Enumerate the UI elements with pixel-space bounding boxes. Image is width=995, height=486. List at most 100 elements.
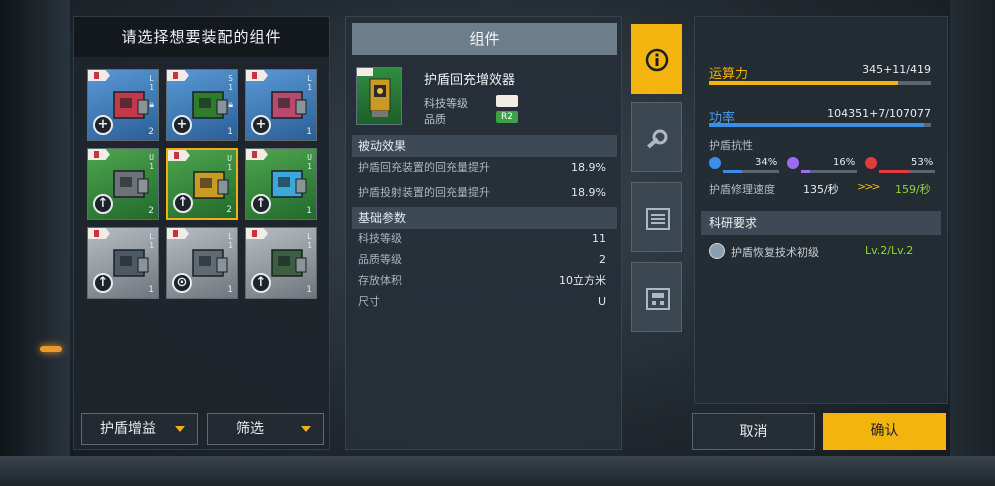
passive-row: 护盾回充装置的回充量提升 18.9% xyxy=(358,160,606,176)
component-slot[interactable]: L 1 ↑ 1 xyxy=(87,227,159,299)
component-slot[interactable]: U 1 ↑ 1 xyxy=(245,148,317,220)
component-model-icon xyxy=(271,170,307,198)
slot-level: S1 xyxy=(228,74,233,92)
background-structure xyxy=(0,0,70,486)
compute-value: 345+11/419 xyxy=(862,63,931,76)
passive-value: 18.9% xyxy=(571,161,606,174)
passive-section-header: 被动效果 xyxy=(352,135,617,157)
slot-count: 2 xyxy=(148,127,154,137)
background-floor xyxy=(0,456,995,486)
component-slot[interactable]: U 1 ↑ 2 xyxy=(166,148,238,220)
tier-tag xyxy=(246,149,268,160)
param-row: 科技等级 11 xyxy=(358,231,606,247)
power-bar xyxy=(709,123,931,127)
plasma-icon xyxy=(787,157,799,169)
slot-level: L1 xyxy=(228,232,233,250)
electric-icon xyxy=(709,157,721,169)
tier-tag xyxy=(88,70,110,81)
slot-level: L1 xyxy=(149,232,154,250)
component-slot[interactable]: U 1 ↑ 2 xyxy=(87,148,159,220)
resist-bar-fill xyxy=(801,170,810,173)
slot-level: L1 xyxy=(149,74,154,92)
compute-label: 运算力 xyxy=(709,67,749,82)
gear-wrench-icon xyxy=(647,129,668,149)
resist-bar xyxy=(801,170,857,173)
tier-tag xyxy=(88,149,110,160)
resist-value: 16% xyxy=(833,157,856,168)
quality-badge: R2 xyxy=(496,111,518,123)
component-slot[interactable]: S 1 🔒︎ +1 xyxy=(166,69,238,141)
upgrade-arrow-icon[interactable]: ↑ xyxy=(251,273,271,293)
tab-list[interactable] xyxy=(631,182,682,252)
tier-tag xyxy=(168,150,190,161)
component-slot[interactable]: L 1 ⊙ 1 xyxy=(166,227,238,299)
increase-arrows-icon: >>> xyxy=(857,180,881,193)
filter-dropdown[interactable]: 筛选 xyxy=(207,413,324,445)
lock-icon: 🔒︎ xyxy=(228,100,233,110)
component-model-icon xyxy=(271,91,307,119)
dropdown-label: 筛选 xyxy=(236,421,264,437)
param-label: 尺寸 xyxy=(358,295,380,308)
upgrade-arrow-icon[interactable]: ↑ xyxy=(251,194,271,214)
repair-speed-new: 159/秒 xyxy=(895,183,931,196)
blueprint-icon xyxy=(646,288,670,310)
panel-title: 请选择想要装配的组件 xyxy=(74,17,329,57)
slot-count: 2 xyxy=(148,206,154,216)
shield-buff-dropdown[interactable]: 护盾增益 xyxy=(81,413,198,445)
background-light xyxy=(40,346,62,352)
param-value: 2 xyxy=(599,253,606,266)
research-item-name: 护盾恢复技术初级 xyxy=(731,246,819,259)
slot-level: U1 xyxy=(307,153,312,171)
power-value: 104351+7/107077 xyxy=(827,107,931,120)
component-model-icon xyxy=(193,171,229,199)
tab-modules[interactable] xyxy=(631,102,682,172)
param-label: 存放体积 xyxy=(358,274,402,287)
param-row: 品质等级 2 xyxy=(358,252,606,268)
component-slot[interactable]: L 1 ↑ 1 xyxy=(245,227,317,299)
target-icon[interactable]: ⊙ xyxy=(172,273,192,293)
slot-level: L1 xyxy=(307,74,312,92)
param-label: 科技等级 xyxy=(358,232,402,245)
resist-bar xyxy=(723,170,779,173)
research-icon xyxy=(709,243,725,259)
resist-bar xyxy=(879,170,935,173)
component-model-icon xyxy=(113,91,149,119)
passive-row: 护盾投射装置的回充量提升 18.9% xyxy=(358,185,606,201)
cancel-button[interactable]: 取消 xyxy=(692,413,815,450)
component-slot[interactable]: L 1 🔒︎ +2 xyxy=(87,69,159,141)
list-icon xyxy=(646,208,670,230)
passive-value: 18.9% xyxy=(571,186,606,199)
resist-value: 53% xyxy=(911,157,934,168)
add-icon[interactable]: + xyxy=(93,115,113,135)
fire-icon xyxy=(865,157,877,169)
upgrade-arrow-icon[interactable]: ↑ xyxy=(93,273,113,293)
component-name: 护盾回充增效器 xyxy=(424,73,516,88)
tab-info[interactable] xyxy=(631,24,682,94)
tab-blueprint[interactable] xyxy=(631,262,682,332)
param-value: 10立方米 xyxy=(559,274,606,287)
component-model-icon xyxy=(113,170,149,198)
component-slot[interactable]: L 1 +1 xyxy=(245,69,317,141)
resist-bar-fill xyxy=(723,170,743,173)
selected-component: 护盾回充增效器 科技等级 品质 R2 xyxy=(356,67,616,127)
slot-count: 1 xyxy=(306,127,312,137)
upgrade-arrow-icon[interactable]: ↑ xyxy=(93,194,113,214)
param-row: 尺寸 U xyxy=(358,294,606,310)
shield-resist-label: 护盾抗性 xyxy=(709,139,753,152)
dropdown-label: 护盾增益 xyxy=(100,421,156,437)
component-select-panel: 请选择想要装配的组件 L 1 🔒︎ +2 S 1 🔒︎ +1 L 1 +1 U 1 ↑ 2 U 1 ↑ 2 U 1 ↑ 1 L… xyxy=(73,16,330,450)
param-row: 存放体积 10立方米 xyxy=(358,273,606,289)
compute-bar-fill xyxy=(709,81,898,85)
resist-bar-fill xyxy=(879,170,909,173)
tier-tag xyxy=(246,70,268,81)
add-icon[interactable]: + xyxy=(172,115,192,135)
slot-count: 2 xyxy=(226,205,232,215)
add-icon[interactable]: + xyxy=(251,115,271,135)
upgrade-arrow-icon[interactable]: ↑ xyxy=(173,193,193,213)
tech-level-label: 科技等级 xyxy=(424,97,468,110)
component-model-icon xyxy=(113,249,149,277)
quality-label: 品质 xyxy=(424,113,446,126)
slot-level: U1 xyxy=(149,153,154,171)
component-model-icon xyxy=(192,91,228,119)
confirm-button[interactable]: 确认 xyxy=(823,413,946,450)
